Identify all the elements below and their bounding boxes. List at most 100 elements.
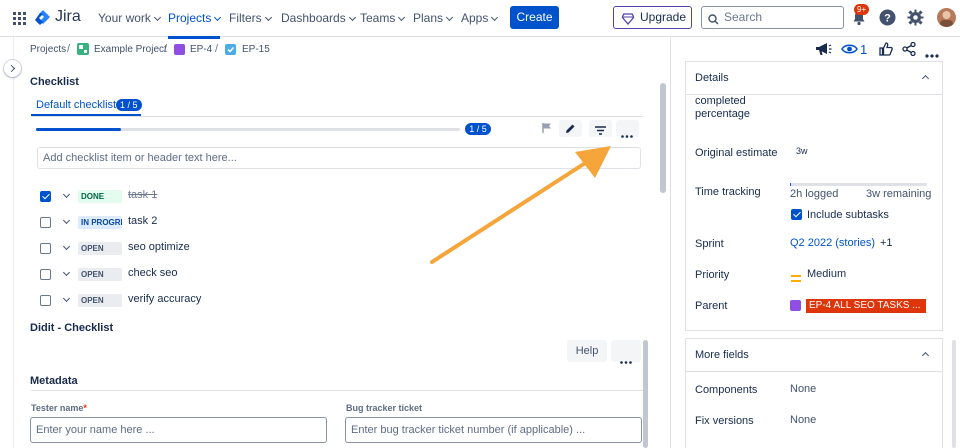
app-switcher-icon[interactable] bbox=[13, 12, 26, 25]
chevron-up-icon[interactable] bbox=[921, 351, 930, 360]
checklist-item: OPEN verify accuracy bbox=[38, 292, 338, 312]
sprint-label: Sprint bbox=[695, 238, 724, 250]
search-input[interactable]: Search bbox=[701, 6, 844, 29]
help-icon[interactable]: ? bbox=[879, 9, 896, 29]
tab-default-checklist[interactable]: Default checklist bbox=[36, 99, 116, 111]
time-tracking-bar[interactable] bbox=[790, 183, 927, 186]
checklist-progress-fill bbox=[36, 128, 121, 131]
checklist-item-checkbox[interactable] bbox=[40, 217, 51, 228]
time-remaining: 3w remaining bbox=[866, 188, 932, 200]
nav-filters[interactable]: Filters bbox=[229, 11, 272, 25]
checklist-item-checkbox[interactable] bbox=[40, 243, 51, 254]
nav-label: Plans bbox=[413, 11, 444, 25]
status-badge[interactable]: DONE bbox=[78, 190, 122, 203]
bug-tracker-input[interactable]: Enter bug tracker ticket number (if appl… bbox=[345, 417, 642, 443]
parent-link[interactable]: EP-4 ALL SEO TASKS ... bbox=[806, 299, 926, 313]
like-thumbs-up-icon[interactable] bbox=[879, 42, 893, 59]
priority-medium-icon bbox=[791, 271, 801, 285]
megaphone-icon[interactable] bbox=[814, 41, 832, 60]
nav-apps[interactable]: Apps bbox=[461, 11, 499, 25]
create-button[interactable]: Create bbox=[510, 6, 559, 29]
watch-count[interactable]: 1 bbox=[860, 42, 867, 57]
nav-your-work[interactable]: Your work bbox=[98, 11, 161, 25]
time-tracking-label: Time tracking bbox=[695, 186, 761, 198]
didit-scrollbar[interactable] bbox=[643, 340, 648, 448]
chevron-down-icon[interactable] bbox=[62, 294, 71, 303]
right-panel-scrollbar[interactable] bbox=[952, 340, 956, 448]
status-badge[interactable]: IN PROGRESS bbox=[78, 216, 122, 229]
tester-name-input[interactable]: Enter your name here ... bbox=[30, 417, 327, 443]
user-avatar[interactable] bbox=[937, 8, 956, 27]
nav-plans[interactable]: Plans bbox=[413, 11, 454, 25]
chevron-down-icon[interactable] bbox=[62, 216, 71, 225]
notification-count-badge: 9+ bbox=[854, 4, 870, 15]
epic-icon bbox=[174, 44, 185, 55]
status-badge[interactable]: OPEN bbox=[78, 242, 122, 255]
checklist-item-checkbox[interactable] bbox=[40, 191, 51, 202]
chevron-down-icon[interactable] bbox=[62, 242, 71, 251]
checklist-item-label[interactable]: task 2 bbox=[128, 215, 157, 227]
nav-teams[interactable]: Teams bbox=[360, 11, 406, 25]
more-dots-icon bbox=[620, 350, 632, 372]
nav-projects[interactable]: Projects bbox=[168, 11, 222, 39]
checklist-item-label[interactable]: seo optimize bbox=[128, 241, 190, 253]
didit-more-button[interactable] bbox=[611, 340, 641, 364]
components-label: Components bbox=[695, 384, 758, 396]
upgrade-button[interactable]: Upgrade bbox=[613, 6, 692, 29]
tab-count-badge: 1 / 5 bbox=[116, 99, 142, 111]
settings-gear-icon[interactable] bbox=[907, 9, 924, 29]
more-actions-button[interactable] bbox=[616, 120, 639, 138]
completed-percentage-label-1: completed bbox=[695, 95, 746, 107]
more-dots-icon[interactable] bbox=[925, 47, 939, 61]
help-button[interactable]: Help bbox=[567, 340, 607, 362]
flag-icon[interactable] bbox=[541, 122, 553, 137]
status-badge[interactable]: OPEN bbox=[78, 268, 122, 281]
sprint-more-badge[interactable]: +1 bbox=[880, 237, 893, 249]
checklist-item-label[interactable]: task 1 bbox=[128, 189, 157, 201]
checklist-item: DONE task 1 bbox=[38, 188, 338, 208]
nav-dashboards[interactable]: Dashboards bbox=[281, 11, 356, 25]
share-icon[interactable] bbox=[902, 41, 916, 59]
original-estimate-value[interactable]: 3w bbox=[796, 146, 808, 156]
include-subtasks-checkbox[interactable] bbox=[791, 209, 802, 220]
fix-versions-label: Fix versions bbox=[695, 415, 754, 427]
expand-sidebar-button[interactable] bbox=[4, 60, 21, 77]
nav-label: Apps bbox=[461, 11, 489, 25]
breadcrumb-ep-4[interactable]: EP-4 bbox=[190, 44, 212, 55]
breadcrumb-ep-15[interactable]: EP-15 bbox=[242, 44, 270, 55]
nav-label: Filters bbox=[229, 11, 262, 25]
chevron-down-icon[interactable] bbox=[62, 190, 71, 199]
more-fields-border-top bbox=[685, 338, 943, 339]
chevron-down-icon bbox=[491, 13, 499, 22]
watch-eye-icon[interactable] bbox=[841, 43, 858, 58]
checklist-item-label[interactable]: verify accuracy bbox=[128, 293, 201, 305]
more-fields-header[interactable]: More fields bbox=[695, 349, 749, 361]
sprint-value-link[interactable]: Q2 2022 (stories) bbox=[790, 237, 875, 249]
checklist-item-label[interactable]: check seo bbox=[128, 267, 178, 279]
jira-logo-text[interactable]: Jira bbox=[55, 8, 81, 26]
breadcrumb-projects[interactable]: Projects bbox=[30, 44, 66, 55]
checklist-item-checkbox[interactable] bbox=[40, 295, 51, 306]
checklist-item-checkbox[interactable] bbox=[40, 269, 51, 280]
details-header[interactable]: Details bbox=[695, 72, 729, 84]
breadcrumb-separator: / bbox=[67, 43, 71, 55]
chevron-down-icon[interactable] bbox=[62, 268, 71, 277]
annotation-arrow bbox=[430, 146, 611, 264]
main-scrollbar[interactable] bbox=[660, 83, 666, 193]
jira-logo-icon[interactable] bbox=[35, 9, 51, 30]
priority-value[interactable]: Medium bbox=[807, 268, 846, 280]
components-value[interactable]: None bbox=[790, 383, 816, 395]
tabs-divider bbox=[31, 116, 643, 117]
filter-button[interactable] bbox=[589, 120, 612, 137]
nav-label: Teams bbox=[360, 11, 396, 25]
time-tracking-fill bbox=[790, 183, 792, 186]
edit-button[interactable] bbox=[559, 120, 582, 137]
fix-versions-value[interactable]: None bbox=[790, 414, 816, 426]
breadcrumb-example-project[interactable]: Example Project bbox=[94, 44, 167, 55]
chevron-up-icon[interactable] bbox=[921, 74, 930, 83]
status-badge[interactable]: OPEN bbox=[78, 294, 122, 307]
details-panel-border-bottom bbox=[685, 330, 943, 331]
parent-label: Parent bbox=[695, 300, 728, 312]
details-panel-border-right bbox=[942, 61, 943, 331]
chevron-down-icon bbox=[214, 13, 222, 22]
